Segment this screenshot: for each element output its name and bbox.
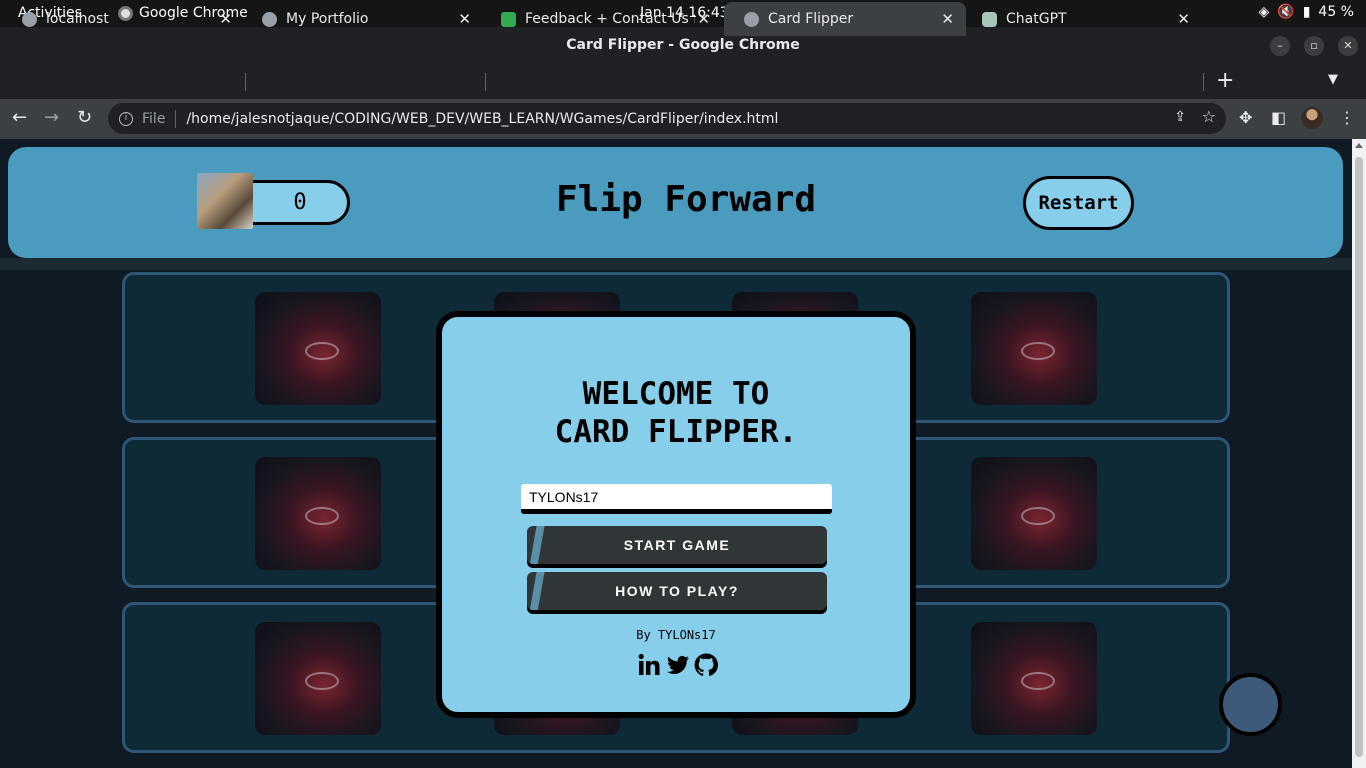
globe-icon: [22, 11, 37, 27]
tab-title: Card Flipper: [768, 11, 854, 27]
card[interactable]: [971, 457, 1097, 570]
close-tab-icon[interactable]: ✕: [697, 10, 710, 28]
card[interactable]: [255, 622, 381, 735]
linkedin-icon[interactable]: [638, 653, 662, 677]
menu-kebab-icon[interactable]: ⋮: [1339, 108, 1355, 127]
forward-button[interactable]: →: [44, 107, 59, 128]
author-byline: By TYLONs17: [636, 628, 716, 642]
tab-chatgpt[interactable]: ChatGPT ✕: [962, 2, 1202, 36]
welcome-modal: WELCOME TO CARD FLIPPER. START GAME HOW …: [436, 311, 916, 718]
floating-action-button[interactable]: [1219, 673, 1282, 736]
twitter-icon[interactable]: [666, 653, 690, 677]
github-icon[interactable]: [694, 653, 718, 677]
tab-separator: [485, 73, 486, 91]
welcome-line-2: CARD FLIPPER.: [554, 414, 798, 450]
scrollbar-thumb[interactable]: [1355, 157, 1363, 757]
tab-title: ChatGPT: [1006, 11, 1067, 27]
social-links: [638, 653, 718, 677]
window-title: Card Flipper - Google Chrome: [566, 37, 800, 53]
reload-button[interactable]: ↻: [77, 107, 92, 128]
close-tab-icon[interactable]: ✕: [1177, 10, 1190, 28]
vertical-scrollbar[interactable]: [1352, 139, 1366, 768]
tab-title: My Portfolio: [286, 11, 369, 27]
close-tab-icon[interactable]: ✕: [458, 10, 471, 28]
start-game-button[interactable]: START GAME: [527, 526, 827, 564]
tab-feedback[interactable]: Feedback + Contact Us fo ✕: [481, 2, 722, 36]
scheme-label: File: [142, 110, 166, 127]
tab-separator: [245, 73, 246, 91]
header-divider: [0, 258, 1352, 270]
card[interactable]: [971, 292, 1097, 405]
back-button[interactable]: ←: [12, 107, 27, 128]
omnibox-divider: [175, 109, 177, 128]
battery-percent: 45 %: [1318, 4, 1354, 20]
how-to-play-button[interactable]: HOW TO PLAY?: [527, 572, 827, 610]
close-tab-icon[interactable]: ✕: [941, 10, 954, 28]
volume-muted-icon: 🔇: [1277, 4, 1295, 20]
side-panel-icon[interactable]: ◧: [1271, 108, 1286, 127]
card[interactable]: [255, 292, 381, 405]
card[interactable]: [255, 457, 381, 570]
start-game-label: START GAME: [623, 536, 731, 553]
address-bar[interactable]: i File /home/jalesnotjaque/CODING/WEB_DE…: [108, 103, 1226, 134]
scroll-up-arrow-icon[interactable]: [1355, 143, 1363, 148]
tab-title: localhost: [46, 11, 109, 27]
battery-icon: ▮: [1302, 4, 1311, 20]
close-window-button[interactable]: ✕: [1338, 36, 1358, 56]
browser-toolbar: ← → ↻ i File /home/jalesnotjaque/CODING/…: [0, 99, 1366, 139]
card[interactable]: [971, 622, 1097, 735]
minimize-button[interactable]: –: [1270, 36, 1290, 56]
player-name-input[interactable]: [521, 484, 832, 514]
extensions-icon[interactable]: ✥: [1239, 108, 1252, 127]
globe-icon: [262, 11, 277, 27]
chatgpt-icon: [982, 11, 997, 27]
info-icon[interactable]: i: [119, 111, 133, 126]
close-tab-icon[interactable]: ✕: [219, 10, 232, 28]
bookmark-star-icon[interactable]: ☆: [1202, 107, 1216, 126]
player-avatar: [197, 173, 253, 229]
tab-my-portfolio[interactable]: My Portfolio ✕: [242, 2, 483, 36]
welcome-heading: WELCOME TO CARD FLIPPER.: [442, 375, 910, 451]
tab-card-flipper[interactable]: Card Flipper ✕: [724, 2, 966, 36]
page-viewport: 0 Flip Forward Restart WELCOME TO CARD F…: [0, 139, 1352, 764]
how-to-play-label: HOW TO PLAY?: [615, 582, 739, 599]
tab-search-chevron-icon[interactable]: ▼: [1328, 72, 1338, 87]
button-stripe: [529, 572, 545, 610]
feedback-favicon-icon: [501, 11, 516, 27]
button-stripe: [529, 526, 545, 564]
system-tray[interactable]: ◈ 🔇 ▮ 45 %: [1258, 4, 1354, 20]
url-text[interactable]: /home/jalesnotjaque/CODING/WEB_DEV/WEB_L…: [186, 111, 778, 127]
welcome-line-1: WELCOME TO: [582, 376, 770, 412]
restart-button[interactable]: Restart: [1023, 176, 1134, 230]
tab-strip: [0, 63, 1366, 99]
share-icon[interactable]: ⇪: [1174, 109, 1186, 125]
globe-icon: [744, 11, 759, 27]
maximize-button[interactable]: ▫: [1304, 36, 1324, 56]
tab-localhost[interactable]: localhost ✕: [2, 2, 244, 36]
new-tab-button[interactable]: +: [1216, 68, 1234, 93]
tab-separator: [1203, 73, 1204, 91]
profile-avatar[interactable]: [1301, 107, 1323, 129]
wifi-icon: ◈: [1258, 4, 1270, 20]
tab-title: Feedback + Contact Us fo: [525, 11, 695, 27]
